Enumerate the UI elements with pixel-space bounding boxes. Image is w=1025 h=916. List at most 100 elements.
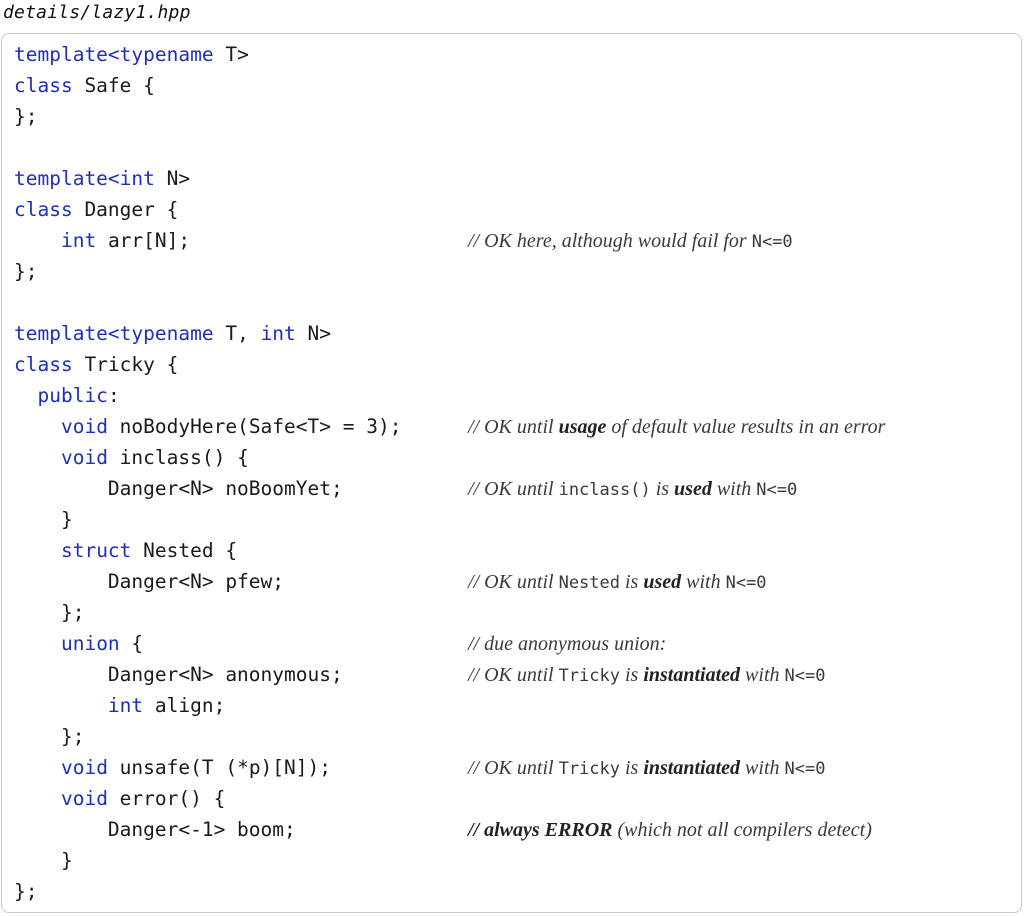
code-text: arr[N];: [96, 229, 191, 252]
code-text: align;: [143, 694, 226, 717]
code-text: N>: [295, 322, 332, 345]
comment-emphasis: // always ERROR: [468, 819, 613, 841]
code-comment: // OK until inclass() is used with N<=0: [468, 474, 797, 504]
code-line: int align;: [14, 691, 225, 721]
keyword: template<typename: [14, 322, 214, 345]
keyword: void: [60, 415, 108, 438]
keyword: int: [107, 694, 144, 717]
code-line: class Tricky {: [14, 350, 178, 380]
code-text: Safe {: [72, 74, 155, 97]
comment-text: // OK until: [468, 571, 559, 593]
comment-text: (which not all compilers detect): [612, 819, 872, 841]
code-line: template<typename T, int N>: [14, 319, 331, 349]
code-listing: template<typename T> class Safe { }; tem…: [1, 33, 1022, 913]
code-text: };: [14, 725, 85, 748]
code-comment: // OK until usage of default value resul…: [468, 412, 885, 442]
code-line: class Safe {: [14, 71, 155, 101]
code-text: Danger<N> noBoomYet;: [14, 477, 343, 500]
keyword: template<typename: [14, 43, 214, 66]
keyword: struct: [60, 539, 132, 562]
code-line: Danger<N> noBoomYet;: [14, 474, 343, 504]
comment-code: N<=0: [725, 573, 767, 593]
comment-text: // OK until: [468, 416, 559, 438]
code-line: };: [14, 102, 37, 132]
code-line: public:: [14, 381, 119, 411]
code-text: Danger<-1> boom;: [14, 818, 296, 841]
code-text: Danger {: [72, 198, 179, 221]
code-text: Danger<N> anonymous;: [14, 663, 343, 686]
keyword: union: [60, 632, 120, 655]
keyword: template<int: [14, 167, 155, 190]
filename-label: details/lazy1.hpp: [3, 2, 191, 23]
comment-code: N<=0: [751, 232, 793, 252]
code-text: N>: [154, 167, 191, 190]
comment-text: // OK until: [468, 478, 559, 500]
code-line: };: [14, 598, 85, 628]
code-comment: // OK until Tricky is instantiated with …: [468, 753, 825, 783]
code-line: template<typename T>: [14, 40, 249, 70]
code-text: }: [14, 849, 73, 872]
code-line: };: [14, 877, 37, 907]
comment-emphasis: instantiated: [643, 757, 741, 779]
comment-code: Tricky: [558, 666, 620, 686]
comment-text: is: [620, 664, 644, 686]
comment-code: N<=0: [756, 480, 798, 500]
code-text: unsafe(T (*p)[N]);: [107, 756, 331, 779]
code-text: T>: [213, 43, 249, 66]
code-text: error() {: [107, 787, 226, 810]
code-line: }: [14, 846, 73, 876]
code-line: }: [14, 505, 73, 535]
code-line: Danger<N> anonymous;: [14, 660, 343, 690]
comment-code: N<=0: [784, 759, 826, 779]
code-comment: // always ERROR (which not all compilers…: [468, 815, 872, 845]
code-line: union {: [14, 629, 143, 659]
keyword: int: [60, 229, 97, 252]
comment-text: is: [620, 757, 644, 779]
code-text: }: [14, 508, 73, 531]
keyword: class: [14, 198, 73, 221]
comment-text: // due anonymous union:: [468, 633, 667, 655]
code-text: {: [119, 632, 144, 655]
code-line: };: [14, 722, 85, 752]
comment-emphasis: instantiated: [643, 664, 741, 686]
code-comment: // OK until Tricky is instantiated with …: [468, 660, 825, 690]
keyword: class: [14, 353, 73, 376]
code-line: Danger<-1> boom;: [14, 815, 296, 845]
code-comment: // OK until Nested is used with N<=0: [468, 567, 767, 597]
comment-text: // OK here, although would fail for: [468, 230, 752, 252]
code-line: struct Nested {: [14, 536, 237, 566]
code-text: };: [14, 880, 38, 903]
code-line: void unsafe(T (*p)[N]);: [14, 753, 331, 783]
code-text: };: [14, 260, 38, 283]
code-text: Tricky {: [72, 353, 179, 376]
keyword: int: [260, 322, 296, 345]
code-text: Danger<N> pfew;: [14, 570, 285, 593]
code-line: int arr[N];: [14, 226, 190, 256]
keyword: class: [14, 74, 73, 97]
code-line: template<int N>: [14, 164, 190, 194]
code-text: };: [14, 105, 38, 128]
comment-emphasis: used: [674, 478, 712, 500]
keyword: void: [60, 756, 108, 779]
comment-emphasis: used: [643, 571, 682, 593]
keyword: void: [60, 446, 108, 469]
code-comment: // due anonymous union:: [468, 629, 666, 659]
comment-text: // OK until: [468, 757, 559, 779]
code-line: void noBodyHere(Safe<T> = 3);: [14, 412, 401, 442]
code-line: };: [14, 257, 37, 287]
code-text: Nested {: [131, 539, 238, 562]
comment-text: is: [650, 478, 675, 500]
comment-text: is: [620, 571, 644, 593]
code-line: void error() {: [14, 784, 225, 814]
code-line: class Danger {: [14, 195, 178, 225]
code-comment: // OK here, although would fail for N<=0: [468, 226, 793, 256]
code-text: };: [14, 601, 85, 624]
keyword: void: [60, 787, 108, 810]
